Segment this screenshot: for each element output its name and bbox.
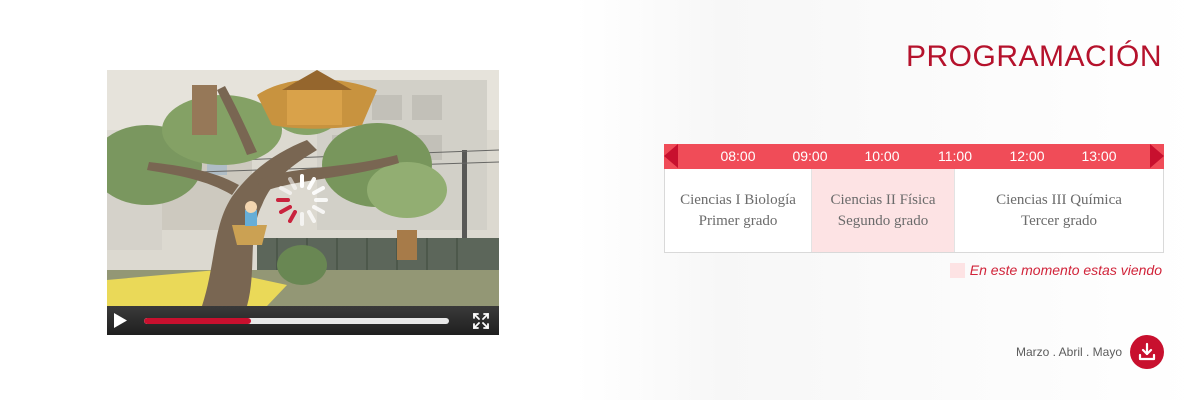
download-schedule: Marzo . Abril . Mayo [1016, 334, 1164, 370]
program-grade: Primer grado [698, 212, 778, 229]
program-grid: Ciencias I Biología Primer grado Ciencia… [664, 169, 1164, 253]
time-slot-label: 10:00 [864, 148, 900, 164]
program-name: Ciencias II Física [830, 191, 936, 208]
time-slot-label: 13:00 [1081, 148, 1117, 164]
program-grade: Tercer grado [1021, 212, 1097, 229]
download-button[interactable] [1130, 335, 1164, 369]
program-grade: Segundo grado [837, 212, 929, 229]
video-control-bar [107, 306, 499, 335]
fullscreen-icon[interactable] [472, 312, 490, 330]
time-slot-label: 09:00 [792, 148, 828, 164]
page-title: PROGRAMACIÓN [905, 40, 1162, 73]
program-cell-fisica-current[interactable]: Ciencias II Física Segundo grado [812, 169, 955, 252]
legend-swatch [949, 262, 965, 278]
legend-text: En este momento estas viendo [969, 262, 1162, 278]
download-icon [1138, 342, 1156, 361]
loading-spinner-icon [276, 174, 328, 226]
program-name: Ciencias I Biología [680, 191, 796, 208]
video-frame[interactable] [107, 70, 499, 306]
now-watching-legend: En este momento estas viendo [949, 261, 1162, 279]
seek-progress [144, 318, 251, 324]
seek-bar[interactable] [144, 318, 449, 324]
time-slot-label: 08:00 [720, 148, 756, 164]
download-label: Marzo . Abril . Mayo [1015, 345, 1122, 359]
time-slot-label: 11:00 [938, 148, 972, 164]
play-icon[interactable] [112, 312, 128, 329]
chevron-left-icon[interactable] [664, 144, 678, 168]
chevron-right-icon[interactable] [1150, 144, 1164, 168]
video-player[interactable] [107, 70, 499, 335]
program-cell-quimica[interactable]: Ciencias III Química Tercer grado [955, 169, 1163, 252]
program-name: Ciencias III Química [996, 191, 1122, 208]
time-bar: 08:00 09:00 10:00 11:00 12:00 13:00 [664, 144, 1164, 169]
program-cell-biologia[interactable]: Ciencias I Biología Primer grado [665, 169, 812, 252]
time-slot-label: 12:00 [1009, 148, 1045, 164]
schedule-panel: 08:00 09:00 10:00 11:00 12:00 13:00 Cien… [664, 144, 1164, 254]
